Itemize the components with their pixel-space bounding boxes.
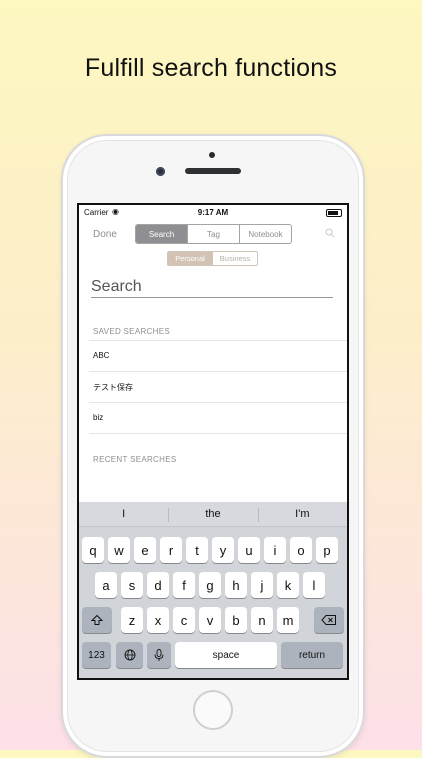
front-camera xyxy=(156,167,165,176)
done-button[interactable]: Done xyxy=(93,229,117,240)
return-key[interactable]: return xyxy=(281,642,343,668)
search-icon[interactable] xyxy=(325,228,335,238)
saved-search-label: テスト保存 xyxy=(93,383,133,392)
delete-icon xyxy=(321,615,336,625)
key-e[interactable]: e xyxy=(134,537,156,563)
prediction-1[interactable]: I xyxy=(79,508,168,520)
key-f[interactable]: f xyxy=(173,572,195,598)
key-t[interactable]: t xyxy=(186,537,208,563)
saved-search-label: ABC xyxy=(93,351,110,360)
key-j[interactable]: j xyxy=(251,572,273,598)
status-bar: Carrier ◉ 9:17 AM xyxy=(79,205,347,221)
shift-key[interactable] xyxy=(82,607,112,633)
saved-searches-list: ABC テスト保存 biz xyxy=(89,340,347,434)
microphone-icon xyxy=(154,648,164,661)
key-d[interactable]: d xyxy=(147,572,169,598)
predictive-bar: I the I'm xyxy=(79,502,347,527)
key-q[interactable]: q xyxy=(82,537,104,563)
key-i[interactable]: i xyxy=(264,537,286,563)
keyboard: I the I'm q w e r t y u i o p a s d f g … xyxy=(79,502,347,678)
globe-icon xyxy=(124,649,135,661)
key-w[interactable]: w xyxy=(108,537,130,563)
nav-bar: Done Search Tag Notebook xyxy=(79,222,347,248)
key-c[interactable]: c xyxy=(173,607,195,633)
key-g[interactable]: g xyxy=(199,572,221,598)
search-input[interactable] xyxy=(91,277,333,298)
earpiece-speaker xyxy=(185,168,241,174)
numbers-key[interactable]: 123 xyxy=(82,642,111,668)
saved-searches-header: SAVED SEARCHES xyxy=(93,327,170,336)
headline: Fulfill search functions xyxy=(84,54,338,82)
key-m[interactable]: m xyxy=(277,607,299,633)
key-b[interactable]: b xyxy=(225,607,247,633)
home-button[interactable] xyxy=(193,690,233,730)
key-x[interactable]: x xyxy=(147,607,169,633)
key-z[interactable]: z xyxy=(121,607,143,633)
shift-icon xyxy=(91,614,103,625)
microphone-key[interactable] xyxy=(147,642,171,668)
key-l[interactable]: l xyxy=(303,572,325,598)
key-h[interactable]: h xyxy=(225,572,247,598)
scope-segmented-control: Personal Business xyxy=(167,251,258,266)
key-k[interactable]: k xyxy=(277,572,299,598)
space-key[interactable]: space xyxy=(175,642,277,668)
key-n[interactable]: n xyxy=(251,607,273,633)
status-time: 9:17 AM xyxy=(197,208,229,217)
battery-icon xyxy=(326,209,342,217)
scope-personal[interactable]: Personal xyxy=(168,252,213,265)
saved-search-label: biz xyxy=(93,413,104,422)
key-r[interactable]: r xyxy=(160,537,182,563)
key-u[interactable]: u xyxy=(238,537,260,563)
globe-key[interactable] xyxy=(116,642,143,668)
key-v[interactable]: v xyxy=(199,607,221,633)
key-y[interactable]: y xyxy=(212,537,234,563)
recent-searches-header: RECENT SEARCHES xyxy=(93,455,177,464)
app-screen: Carrier ◉ 9:17 AM Done Search Tag Notebo… xyxy=(77,203,349,680)
list-item[interactable]: biz xyxy=(89,402,347,434)
list-item[interactable]: テスト保存 xyxy=(89,371,347,402)
delete-key[interactable] xyxy=(314,607,344,633)
mode-segmented-control: Search Tag Notebook xyxy=(135,224,292,244)
key-a[interactable]: a xyxy=(95,572,117,598)
front-sensor xyxy=(209,152,215,158)
segment-notebook[interactable]: Notebook xyxy=(240,225,291,243)
key-s[interactable]: s xyxy=(121,572,143,598)
segment-search[interactable]: Search xyxy=(136,225,188,243)
prediction-2[interactable]: the xyxy=(168,508,257,522)
key-o[interactable]: o xyxy=(290,537,312,563)
prediction-3[interactable]: I'm xyxy=(257,508,347,522)
list-item[interactable]: ABC xyxy=(89,340,347,371)
key-p[interactable]: p xyxy=(316,537,338,563)
scope-business[interactable]: Business xyxy=(213,252,257,265)
segment-tag[interactable]: Tag xyxy=(188,225,240,243)
